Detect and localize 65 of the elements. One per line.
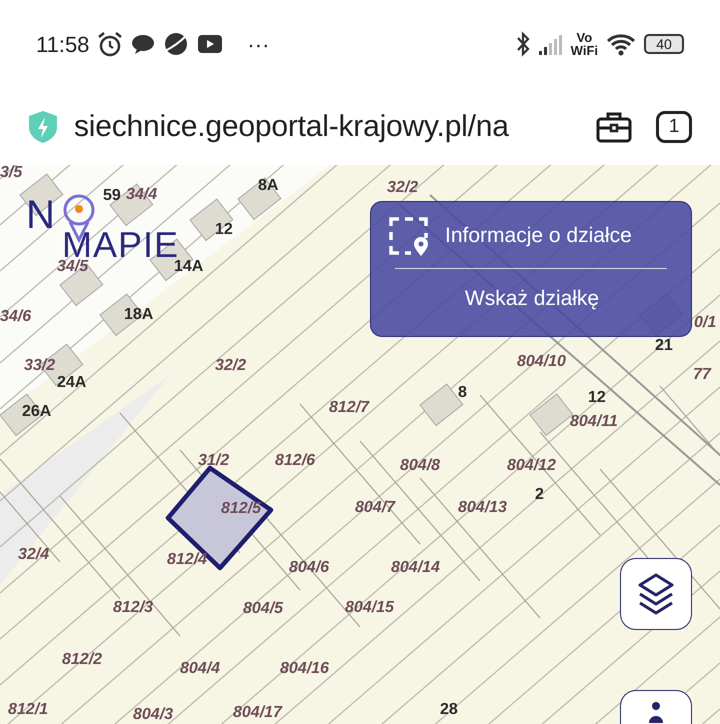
house-number: 59 xyxy=(103,188,121,204)
house-number: 21 xyxy=(655,338,673,354)
url-address[interactable]: siechnice.geoportal-krajowy.pl/na xyxy=(74,104,580,149)
parcel-number: 3/5 xyxy=(0,165,22,181)
parcel-number: 32/2 xyxy=(215,358,246,374)
parcel-number: 34/4 xyxy=(126,187,158,203)
parcel-number: 0/1 xyxy=(694,315,716,331)
parcel-number: 32/4 xyxy=(18,547,50,563)
layers-icon xyxy=(636,572,676,616)
parcel-number: 804/3 xyxy=(133,707,174,723)
shield-bolt-icon xyxy=(28,110,58,144)
layers-button[interactable] xyxy=(620,558,692,630)
parcel-number: 31/2 xyxy=(198,453,230,469)
info-icon xyxy=(646,701,666,723)
wifi-calling-label: Vo WiFi xyxy=(570,31,598,57)
parcel-number: 33/2 xyxy=(24,358,56,374)
parcel-number: 804/8 xyxy=(400,458,440,474)
house-number: 14A xyxy=(174,259,204,275)
parcel-number: 812/7 xyxy=(329,400,370,416)
parcel-select-icon[interactable] xyxy=(389,216,429,256)
house-number: 28 xyxy=(440,702,458,718)
house-number: 24A xyxy=(57,375,86,391)
wifi-icon xyxy=(606,32,636,56)
video-play-icon xyxy=(197,34,224,54)
popup-title[interactable]: Informacje o działce xyxy=(445,220,632,252)
parcel-number: 812/4 xyxy=(167,552,208,568)
logo-text: N xyxy=(26,195,55,235)
briefcase-icon[interactable] xyxy=(596,110,632,142)
planet-icon xyxy=(163,31,190,57)
parcel-number: 32/2 xyxy=(387,180,418,196)
house-number: 26A xyxy=(22,404,52,420)
chat-bubble-icon xyxy=(131,33,156,55)
house-number: 8A xyxy=(258,178,278,194)
battery-indicator: 40 xyxy=(644,34,684,54)
house-number: 8 xyxy=(458,385,467,401)
parcel-number: 804/16 xyxy=(280,661,329,677)
house-number: 12 xyxy=(588,390,606,406)
parcel-number: 804/4 xyxy=(180,661,220,677)
parcel-number: 804/15 xyxy=(345,600,394,616)
house-number: 18A xyxy=(124,307,154,323)
parcel-number: 812/6 xyxy=(275,453,316,469)
tab-count-button[interactable]: 1 xyxy=(656,110,692,142)
alarm-clock-icon xyxy=(97,31,124,57)
parcel-number: 812/2 xyxy=(62,652,102,668)
parcel-number: 804/13 xyxy=(458,500,507,516)
parcel-number: 804/14 xyxy=(391,560,440,576)
house-number: 2 xyxy=(535,487,544,503)
parcel-number: 804/11 xyxy=(570,414,618,430)
signal-bars-icon xyxy=(538,33,563,55)
house-number: 12 xyxy=(215,222,233,238)
parcel-number: 804/5 xyxy=(243,601,284,617)
parcel-number: 812/1 xyxy=(8,702,48,718)
parcel-number: 77 xyxy=(693,367,711,383)
parcel-number: 804/17 xyxy=(233,705,282,721)
bluetooth-icon xyxy=(514,31,531,57)
point-parcel-button[interactable]: Wskaż działkę xyxy=(464,283,600,314)
more-notifications-dots: ··· xyxy=(247,30,270,58)
parcel-number: 812/5 xyxy=(221,501,262,517)
parcel-number: 804/10 xyxy=(517,354,566,370)
parcel-number: 34/6 xyxy=(0,309,32,325)
clock-time: 11:58 xyxy=(36,30,90,58)
parcel-number: 812/3 xyxy=(113,600,154,616)
parcel-number: 804/6 xyxy=(289,560,330,576)
parcel-number: 804/7 xyxy=(355,500,396,516)
parcel-number: 804/12 xyxy=(507,458,556,474)
